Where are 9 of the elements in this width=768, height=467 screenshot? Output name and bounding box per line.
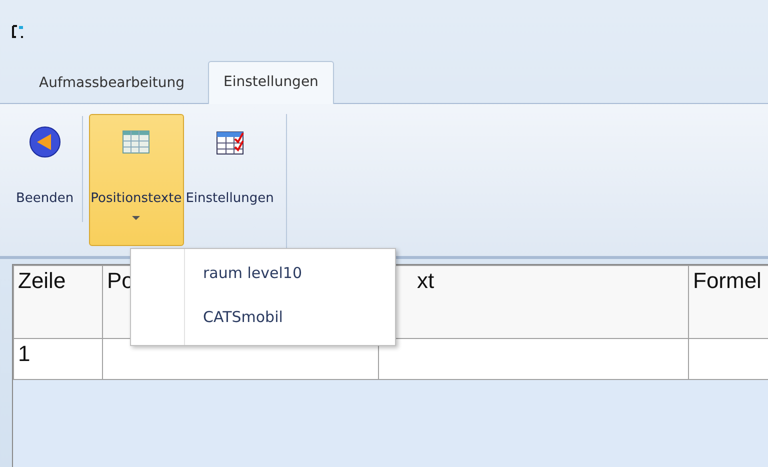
- column-header: Zeile: [14, 266, 102, 338]
- ribbon-button[interactable]: Einstellungen: [184, 114, 276, 246]
- ribbon-button[interactable]: Positionstexte: [88, 114, 184, 246]
- app-icon: [12, 25, 26, 39]
- ribbon-button[interactable]: Beenden: [14, 114, 76, 246]
- ribbon-tab[interactable]: Aufmassbearbeitung: [24, 63, 200, 103]
- column-header: Formel: [688, 266, 768, 338]
- ribbon-tab[interactable]: Einstellungen: [208, 61, 334, 104]
- table-cell: 1: [18, 341, 30, 366]
